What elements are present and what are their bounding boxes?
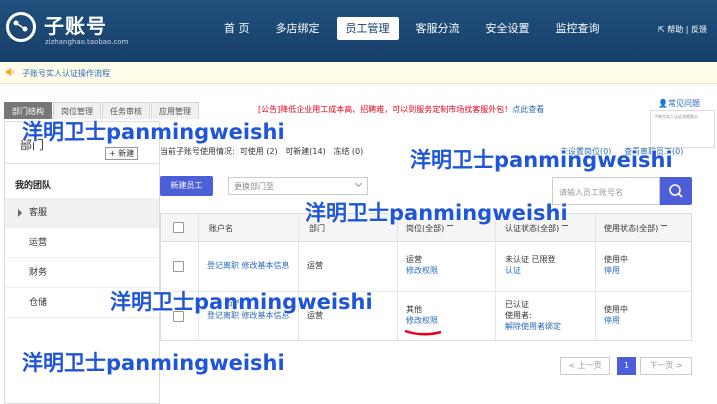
tab-app-management[interactable]: 应用管理 bbox=[151, 102, 199, 119]
row-dept: 运营 bbox=[307, 311, 323, 320]
edit-permission-link[interactable]: 修改权限 bbox=[406, 266, 438, 276]
sidebar-item-operations[interactable]: 运营 bbox=[5, 228, 159, 258]
edit-permission-link[interactable]: 修改权限 bbox=[406, 316, 438, 326]
nav-service-distribution[interactable]: 客服分流 bbox=[407, 17, 469, 40]
search-icon bbox=[669, 184, 683, 198]
user-help-icon: 👤 bbox=[658, 99, 668, 108]
row-actions[interactable]: 登记离职 修改基本信息 bbox=[207, 311, 291, 321]
filter-icon bbox=[661, 225, 668, 231]
row-account-name: 知产 bbox=[227, 299, 243, 308]
brand-domain: zizhanghao.taobao.com bbox=[45, 38, 129, 46]
auth-link[interactable]: 认证 bbox=[505, 266, 521, 276]
my-team-label[interactable]: 我的团队 bbox=[15, 178, 51, 191]
next-page-button[interactable]: 下一页 > bbox=[640, 357, 692, 375]
nav-staff-management[interactable]: 员工管理 bbox=[336, 17, 399, 40]
top-bar: 子账号 zizhanghao.taobao.com 首 页 多店绑定 员工管理 … bbox=[0, 0, 717, 62]
row-auth-user: 使用者: bbox=[505, 311, 532, 320]
help-feedback-links[interactable]: ⇱ 帮助 | 反馈 bbox=[658, 24, 707, 35]
new-dept-button[interactable]: + 新建 bbox=[105, 147, 139, 160]
move-dept-select[interactable]: 更换部门至 bbox=[228, 177, 368, 195]
staff-search-input[interactable]: 请输入员工账号名 bbox=[552, 177, 660, 205]
tab-bar: 部门结构 岗位管理 任务审核 应用管理 bbox=[4, 102, 200, 119]
filter-icon bbox=[562, 225, 569, 231]
row-auth-status: 已认证 bbox=[505, 300, 529, 309]
header-account: 账户名 bbox=[209, 224, 233, 233]
row-auth-status: 未认证 已限登 bbox=[505, 255, 556, 264]
nav-monitor-query[interactable]: 监控查询 bbox=[547, 17, 609, 40]
promo-link[interactable]: 点此查看 bbox=[512, 105, 544, 114]
unset-post-link[interactable]: 未设置岗位(0) bbox=[560, 147, 611, 156]
header-post-filter[interactable]: 岗位(全部) bbox=[406, 223, 454, 234]
disable-link[interactable]: 停用 bbox=[604, 316, 620, 326]
caret-right-icon bbox=[18, 209, 22, 217]
sidebar-item-finance[interactable]: 财务 bbox=[5, 258, 159, 288]
table-header: 账户名 部门 岗位(全部) 认证状态(全部) 使用状态(全部) bbox=[161, 214, 691, 242]
main-nav: 首 页 多店绑定 员工管理 客服分流 安全设置 监控查询 bbox=[215, 17, 617, 40]
header-status-filter[interactable]: 使用状态(全部) bbox=[604, 223, 668, 234]
search-button[interactable] bbox=[660, 177, 692, 205]
nav-home[interactable]: 首 页 bbox=[215, 17, 259, 40]
row-checkbox[interactable] bbox=[173, 261, 184, 272]
filter-icon bbox=[447, 225, 454, 231]
sidebar-item-warehouse[interactable]: 仓储 bbox=[5, 288, 159, 318]
external-link-icon: ⇱ bbox=[657, 25, 668, 34]
tab-dept-structure[interactable]: 部门结构 bbox=[4, 102, 52, 119]
notice-bar: 子账号实人认证操作流程 bbox=[0, 62, 717, 84]
notice-link[interactable]: 子账号实人认证操作流程 bbox=[22, 68, 110, 79]
speaker-icon bbox=[6, 68, 14, 76]
sidebar-header: 部门 + 新建 bbox=[5, 122, 159, 164]
row-use-status: 使用中 bbox=[604, 305, 628, 314]
brand-name[interactable]: 子账号 bbox=[44, 10, 107, 39]
nav-security-settings[interactable]: 安全设置 bbox=[477, 17, 539, 40]
new-staff-button[interactable]: 新建员工 bbox=[160, 176, 213, 196]
row-use-status: 使用中 bbox=[604, 255, 628, 264]
faq-link[interactable]: 👤常见问题 bbox=[658, 98, 700, 109]
header-auth-filter[interactable]: 认证状态(全部) bbox=[505, 223, 569, 234]
row-post: 其他 bbox=[406, 305, 422, 314]
unbind-user-link[interactable]: 解除使用者绑定 bbox=[505, 322, 561, 332]
promo-banner: [公告]降低企业用工成本高、招聘难，可以到服务定制市场找客服外包！点此查看 bbox=[258, 105, 545, 114]
tab-task-review[interactable]: 任务审核 bbox=[102, 102, 150, 119]
select-all-checkbox[interactable] bbox=[173, 222, 184, 233]
row-dept: 运营 bbox=[307, 261, 323, 270]
page-1-button[interactable]: 1 bbox=[617, 357, 636, 375]
tab-post-management[interactable]: 岗位管理 bbox=[53, 102, 101, 119]
dept-sidebar: 部门 + 新建 我的团队 客服 运营 财务 仓储 bbox=[4, 121, 160, 404]
row-actions[interactable]: 登记离职 修改基本信息 bbox=[207, 261, 291, 271]
table-row: 登记离职 修改基本信息 运营 运营 修改权限 未认证 已限登 认证 使用中 停用 bbox=[161, 242, 691, 292]
staff-table: 账户名 部门 岗位(全部) 认证状态(全部) 使用状态(全部) 登记离职 修改基… bbox=[160, 213, 692, 341]
red-underline-annotation bbox=[404, 329, 442, 336]
sidebar-title: 部门 bbox=[20, 138, 45, 152]
header-dept: 部门 bbox=[309, 224, 325, 233]
guide-thumbnail[interactable]: 子账号实人认证流程图示 bbox=[650, 110, 715, 148]
row-post: 运营 bbox=[406, 255, 422, 264]
sidebar-item-customer-service[interactable]: 客服 bbox=[5, 198, 159, 228]
nav-multi-store[interactable]: 多店绑定 bbox=[267, 17, 329, 40]
logo-icon[interactable] bbox=[6, 12, 36, 42]
chevron-down-icon bbox=[354, 179, 363, 188]
row-checkbox[interactable] bbox=[173, 311, 184, 322]
disable-link[interactable]: 停用 bbox=[604, 266, 620, 276]
resigned-staff-link[interactable]: 查看离职员工(0) bbox=[624, 147, 683, 156]
prev-page-button[interactable]: < 上一页 bbox=[560, 357, 610, 375]
usage-summary: 当前子账号使用情况: 可使用 (2) 可新建(14) 冻结 (0) bbox=[160, 147, 364, 156]
usage-links: 未设置岗位(0) 查看离职员工(0) bbox=[560, 146, 683, 157]
